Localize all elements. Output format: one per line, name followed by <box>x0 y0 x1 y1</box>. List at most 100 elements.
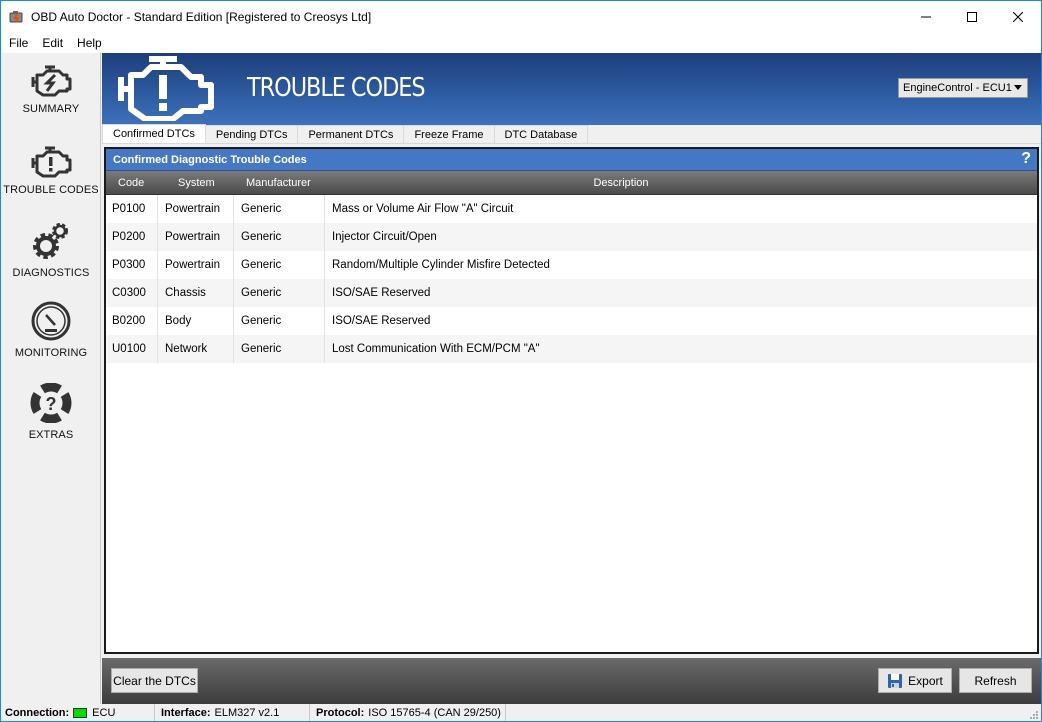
sidebar-item-monitoring[interactable]: MONITORING <box>1 301 101 359</box>
cell-code: U0100 <box>106 335 158 363</box>
column-header-code[interactable]: Code <box>106 171 158 195</box>
ecu-select-value: EngineControl - ECU1 <box>903 82 1012 94</box>
cell-code: P0200 <box>106 223 158 251</box>
check-engine-icon <box>118 56 214 121</box>
sidebar-item-trouble-codes[interactable]: TROUBLE CODES <box>1 146 101 196</box>
sidebar-item-extras[interactable]: ? EXTRAS <box>1 383 101 441</box>
engine-bolt-icon <box>31 65 72 97</box>
save-disk-icon <box>888 673 903 688</box>
sidebar-label-summary: SUMMARY <box>22 103 80 115</box>
page-header: TROUBLE CODES EngineControl - ECU1 <box>102 53 1041 125</box>
resize-grip-icon[interactable] <box>1030 711 1038 719</box>
minimize-button[interactable] <box>903 1 949 32</box>
help-button[interactable]: ? <box>1021 150 1031 168</box>
minimize-icon <box>921 16 931 17</box>
cell-manufacturer: Generic <box>234 223 325 251</box>
sidebar-label-extras: EXTRAS <box>28 429 74 441</box>
panel-title: Confirmed Diagnostic Trouble Codes <box>113 153 307 166</box>
window-title: OBD Auto Doctor - Standard Edition [Regi… <box>31 9 372 24</box>
interface-value: ELM327 v2.1 <box>214 706 280 719</box>
cell-code: B0200 <box>106 307 158 335</box>
tab-freeze-frame[interactable]: Freeze Frame <box>403 125 495 143</box>
table-row[interactable]: P0300 Powertrain Generic Random/Multiple… <box>106 251 1037 279</box>
cell-system: Powertrain <box>158 195 234 223</box>
maximize-icon <box>967 11 977 22</box>
lifebuoy-question-icon: ? <box>30 383 72 423</box>
protocol-label: Protocol: <box>316 706 365 719</box>
cell-description: Random/Multiple Cylinder Misfire Detecte… <box>332 259 550 271</box>
clear-dtcs-button[interactable]: Clear the DTCs <box>111 668 198 693</box>
cell-manufacturer: Generic <box>234 251 325 279</box>
panel-header: Confirmed Diagnostic Trouble Codes ? <box>106 149 1037 171</box>
cell-description: Injector Circuit/Open <box>332 231 437 243</box>
menu-help[interactable]: Help <box>70 36 109 50</box>
svg-text:?: ? <box>46 394 57 414</box>
sidebar-label-trouble-codes: TROUBLE CODES <box>3 184 99 196</box>
status-interface: Interface: ELM327 v2.1 <box>155 704 310 721</box>
cell-system: Network <box>158 335 234 363</box>
table-row[interactable]: P0200 Powertrain Generic Injector Circui… <box>106 223 1037 251</box>
cell-manufacturer: Generic <box>234 335 325 363</box>
column-header-system[interactable]: System <box>158 171 234 195</box>
cell-manufacturer: Generic <box>234 195 325 223</box>
maximize-button[interactable] <box>949 1 995 32</box>
sidebar-item-diagnostics[interactable]: DIAGNOSTICS <box>1 221 101 279</box>
connection-value: ECU <box>92 706 116 719</box>
cell-description: ISO/SAE Reserved <box>332 287 431 299</box>
connection-led-icon <box>73 707 88 718</box>
page-title: TROUBLE CODES <box>247 73 426 103</box>
cell-manufacturer: Generic <box>234 307 325 335</box>
gears-icon <box>33 223 68 259</box>
tab-confirmed-dtcs[interactable]: Confirmed DTCs <box>102 124 206 143</box>
tab-dtc-database[interactable]: DTC Database <box>493 125 589 143</box>
interface-label: Interface: <box>161 706 211 719</box>
table-row[interactable]: U0100 Network Generic Lost Communication… <box>106 335 1037 363</box>
table-row[interactable]: P0100 Powertrain Generic Mass or Volume … <box>106 195 1037 223</box>
bottom-toolbar: Clear the DTCs Export Refresh <box>102 658 1041 704</box>
table-header: Code System Manufacturer Description <box>106 171 1037 195</box>
status-connection: Connection: ECU <box>1 704 155 721</box>
sidebar: SUMMARY TROUBLE CODES DIAGNOSTICS MONITO… <box>1 53 101 704</box>
close-icon <box>1013 11 1023 22</box>
cell-system: Powertrain <box>158 223 234 251</box>
cell-code: C0300 <box>106 279 158 307</box>
menu-file[interactable]: File <box>1 36 35 50</box>
cell-description: Lost Communication With ECM/PCM "A" <box>332 343 540 355</box>
tab-permanent-dtcs[interactable]: Permanent DTCs <box>297 125 405 143</box>
gauge-icon <box>31 301 71 341</box>
table-row[interactable]: C0300 Chassis Generic ISO/SAE Reserved <box>106 279 1037 307</box>
export-button[interactable]: Export <box>878 668 952 693</box>
cell-system: Powertrain <box>158 251 234 279</box>
cell-manufacturer: Generic <box>234 279 325 307</box>
tab-bar: Confirmed DTCs Pending DTCs Permanent DT… <box>102 124 1041 144</box>
cell-system: Body <box>158 307 234 335</box>
connection-label: Connection: <box>5 706 70 719</box>
cell-description: Mass or Volume Air Flow "A" Circuit <box>332 203 514 215</box>
cell-system: Chassis <box>158 279 234 307</box>
close-button[interactable] <box>995 1 1041 32</box>
check-engine-icon <box>31 146 72 178</box>
refresh-button[interactable]: Refresh <box>959 668 1032 693</box>
status-protocol: Protocol: ISO 15765-4 (CAN 29/250) <box>310 704 506 721</box>
dtc-table-body: P0100 Powertrain Generic Mass or Volume … <box>106 195 1037 363</box>
column-header-description[interactable]: Description <box>325 171 1037 195</box>
cell-description: ISO/SAE Reserved <box>332 315 431 327</box>
chevron-down-icon <box>1014 85 1022 90</box>
sidebar-label-monitoring: MONITORING <box>14 347 88 359</box>
tab-pending-dtcs[interactable]: Pending DTCs <box>204 125 299 143</box>
app-window: OBD Auto Doctor - Standard Edition [Regi… <box>0 0 1042 722</box>
menu-edit[interactable]: Edit <box>35 36 70 50</box>
sidebar-item-summary[interactable]: SUMMARY <box>1 65 101 115</box>
table-row[interactable]: B0200 Body Generic ISO/SAE Reserved <box>106 307 1037 335</box>
menu-bar: File Edit Help <box>1 32 1041 53</box>
dtc-panel: Confirmed Diagnostic Trouble Codes ? Cod… <box>104 147 1039 654</box>
sidebar-label-diagnostics: DIAGNOSTICS <box>12 267 90 279</box>
title-bar: OBD Auto Doctor - Standard Edition [Regi… <box>1 1 1041 32</box>
status-bar: Connection: ECU Interface: ELM327 v2.1 P… <box>1 704 1041 721</box>
export-label: Export <box>908 673 943 688</box>
app-logo-icon <box>9 10 23 22</box>
ecu-select[interactable]: EngineControl - ECU1 <box>898 78 1028 98</box>
cell-code: P0300 <box>106 251 158 279</box>
protocol-value: ISO 15765-4 (CAN 29/250) <box>368 706 501 719</box>
column-header-manufacturer[interactable]: Manufacturer <box>234 171 325 195</box>
